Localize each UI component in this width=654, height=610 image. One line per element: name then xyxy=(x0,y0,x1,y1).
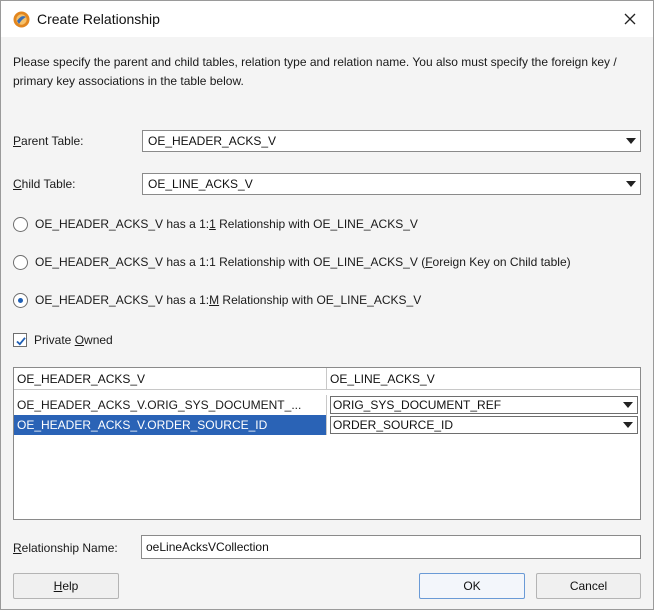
child-table-select[interactable]: OE_LINE_ACKS_V xyxy=(142,173,641,195)
relationship-name-input[interactable]: oeLineAcksVCollection xyxy=(141,535,641,559)
chevron-down-icon xyxy=(623,402,633,408)
parent-key-cell[interactable]: OE_HEADER_ACKS_V.ORIG_SYS_DOCUMENT_... xyxy=(14,395,327,415)
dialog-content: Please specify the parent and child tabl… xyxy=(1,37,653,609)
radio-button[interactable] xyxy=(13,216,28,232)
instructions-text: Please specify the parent and child tabl… xyxy=(13,55,617,88)
radio-one-to-one-fk-child[interactable]: OE_HEADER_ACKS_V has a 1:1 Relationship … xyxy=(13,253,571,271)
create-relationship-dialog: Create Relationship Please specify the p… xyxy=(0,0,654,610)
ok-button[interactable]: OK xyxy=(419,573,525,599)
help-button-label: elp xyxy=(62,579,79,593)
parent-table-value: OE_HEADER_ACKS_V xyxy=(148,134,277,148)
radio-one-to-one-label: OE_HEADER_ACKS_V has a 1:1 Relationship … xyxy=(35,217,418,231)
title-bar: Create Relationship xyxy=(1,1,653,37)
parent-table-label: Parent Table: xyxy=(13,134,84,148)
parent-key-cell[interactable]: OE_HEADER_ACKS_V.ORDER_SOURCE_ID xyxy=(14,415,327,435)
relationship-name-label-text: elationship Name: xyxy=(21,541,118,555)
table-row[interactable]: OE_HEADER_ACKS_V.ORIG_SYS_DOCUMENT_... O… xyxy=(14,395,640,415)
jdeveloper-app-icon xyxy=(13,11,30,28)
relationship-name-label-mnemonic: R xyxy=(13,541,22,555)
radio-one-to-one[interactable]: OE_HEADER_ACKS_V has a 1:1 Relationship … xyxy=(13,215,418,233)
table-row-selected[interactable]: OE_HEADER_ACKS_V.ORDER_SOURCE_ID ORDER_S… xyxy=(14,415,640,435)
checkmark-icon xyxy=(16,337,26,346)
column-header-parent[interactable]: OE_HEADER_ACKS_V xyxy=(14,368,327,390)
key-association-table: OE_HEADER_ACKS_V OE_LINE_ACKS_V OE_HEADE… xyxy=(13,367,641,520)
parent-table-label-mnemonic: P xyxy=(13,134,22,148)
chevron-down-icon xyxy=(623,422,633,428)
child-table-label-text: hild Table: xyxy=(21,177,76,191)
private-owned-checkbox[interactable] xyxy=(13,333,27,347)
child-key-select[interactable]: ORDER_SOURCE_ID xyxy=(330,416,638,434)
cancel-button[interactable]: Cancel xyxy=(536,573,641,599)
parent-table-select[interactable]: OE_HEADER_ACKS_V xyxy=(142,130,641,152)
private-owned-checkbox-row[interactable]: Private Owned xyxy=(13,331,113,349)
parent-table-label-text: arent Table: xyxy=(21,134,84,148)
chevron-down-icon xyxy=(626,181,636,187)
child-table-label-mnemonic: C xyxy=(13,177,22,191)
child-table-value: OE_LINE_ACKS_V xyxy=(148,177,253,191)
relationship-name-label: Relationship Name: xyxy=(13,541,118,555)
radio-button-selected[interactable] xyxy=(13,292,28,308)
help-button[interactable]: Help xyxy=(13,573,119,599)
radio-one-to-many[interactable]: OE_HEADER_ACKS_V has a 1:M Relationship … xyxy=(13,291,421,309)
chevron-down-icon xyxy=(626,138,636,144)
column-header-child[interactable]: OE_LINE_ACKS_V xyxy=(327,368,640,390)
dialog-title: Create Relationship xyxy=(37,11,160,27)
private-owned-label: Private Owned xyxy=(34,333,113,347)
child-key-value: ORIG_SYS_DOCUMENT_REF xyxy=(333,398,502,412)
close-icon xyxy=(624,13,636,25)
child-key-value: ORDER_SOURCE_ID xyxy=(333,418,454,432)
close-button[interactable] xyxy=(607,1,653,37)
radio-button[interactable] xyxy=(13,254,28,270)
child-key-select[interactable]: ORIG_SYS_DOCUMENT_REF xyxy=(330,396,638,414)
child-table-label: Child Table: xyxy=(13,177,76,191)
radio-one-to-many-label: OE_HEADER_ACKS_V has a 1:M Relationship … xyxy=(35,293,422,307)
radio-one-to-one-fk-child-label: OE_HEADER_ACKS_V has a 1:1 Relationship … xyxy=(35,255,571,269)
